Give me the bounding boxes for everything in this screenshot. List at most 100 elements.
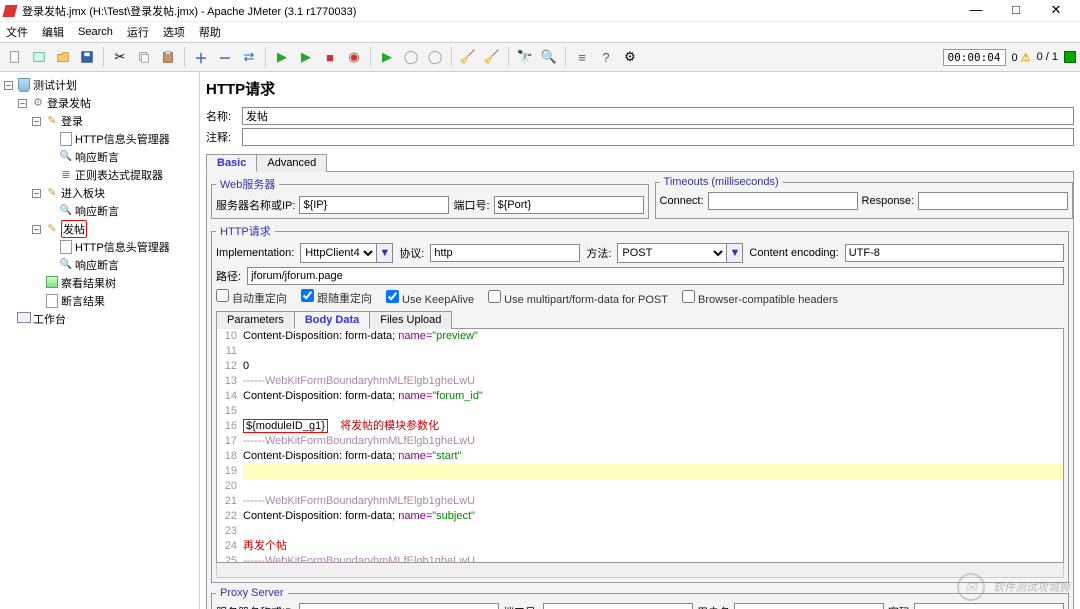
tree-label: HTTP信息头管理器 [75,239,170,255]
checkbox-option[interactable]: Browser-compatible headers [682,290,838,306]
copy-icon[interactable] [133,46,155,68]
tab-basic[interactable]: Basic [206,154,257,172]
tree-node[interactable]: –测试计划 [4,76,195,94]
checkbox-option[interactable]: Use multipart/form-data for POST [488,290,668,306]
tree-node[interactable]: –登录 [4,112,195,130]
tree-node[interactable]: 响应断言 [4,148,195,166]
comment-input[interactable] [242,128,1074,146]
remote-stop-icon[interactable]: ◯ [400,46,422,68]
templates-icon[interactable] [28,46,50,68]
mag-icon [59,204,73,218]
config-tabs: Basic Advanced [206,153,1074,172]
paste-icon[interactable] [157,46,179,68]
menu-编辑[interactable]: 编辑 [42,24,64,40]
tree-label: 测试计划 [33,77,77,93]
new-icon[interactable] [4,46,26,68]
implementation-select[interactable]: HttpClient4 [300,243,377,263]
reset-search-icon[interactable]: 🔍 [538,46,560,68]
tab-advanced[interactable]: Advanced [256,154,327,172]
checkbox-option[interactable]: 跟随重定向 [301,289,372,306]
collapse-icon[interactable]: － [214,46,236,68]
menu-运行[interactable]: 运行 [127,24,149,40]
tree-node[interactable]: HTTP信息头管理器 [4,130,195,148]
expand-icon[interactable]: ＋ [190,46,212,68]
proxy-port-input[interactable] [543,603,693,609]
web-server-group: Web服务器 服务器名称或IP: 端口号: [211,176,649,219]
tree-label: 断言结果 [61,293,105,309]
proxy-user-input[interactable] [734,603,884,609]
name-label: 名称: [206,108,238,124]
tree-label: 响应断言 [75,257,119,273]
clear-icon[interactable]: 🧹 [457,46,479,68]
remote-shutdown-icon[interactable]: ◯ [424,46,446,68]
protocol-input[interactable] [430,244,580,262]
mon-icon [17,312,31,326]
minimize-button[interactable]: — [956,1,996,21]
proxy-password-input[interactable] [914,603,1064,609]
connect-timeout-input[interactable] [708,192,858,210]
mag-icon [59,150,73,164]
stop-icon[interactable]: ■ [319,46,341,68]
shutdown-icon[interactable]: ◉ [343,46,365,68]
dropdown-icon[interactable]: ▼ [377,243,393,263]
http-request-group: HTTP请求 Implementation: HttpClient4▼ 协议: … [211,223,1069,583]
doc-icon [59,132,73,146]
toggle-icon[interactable]: ⇄ [238,46,260,68]
checkbox-option[interactable]: Use KeepAlive [386,290,474,306]
cut-icon[interactable]: ✂ [109,46,131,68]
close-button[interactable]: ✕ [1036,1,1076,21]
checkbox-option[interactable]: 自动重定向 [216,289,287,306]
tree-node[interactable]: HTTP信息头管理器 [4,238,195,256]
tree-label: HTTP信息头管理器 [75,131,170,147]
menu-文件[interactable]: 文件 [6,24,28,40]
start-notimers-icon[interactable]: ▶ [295,46,317,68]
tree-node[interactable]: 正则表达式提取器 [4,166,195,184]
encoding-input[interactable] [845,244,1064,262]
tab-files-upload[interactable]: Files Upload [369,311,452,329]
tree-label: 正则表达式提取器 [75,167,163,183]
tree-node[interactable]: 响应断言 [4,202,195,220]
tree-node[interactable]: 响应断言 [4,256,195,274]
body-data-editor[interactable]: 10Content-Disposition: form-data; name="… [216,328,1064,563]
wechat-icon: ✉ [957,573,985,601]
function-helper-icon[interactable]: ≡ [571,46,593,68]
toolbar: ✂ ＋ － ⇄ ▶ ▶ ■ ◉ ▶ ◯ ◯ 🧹 🧹 🔭 🔍 ≡ ? ⚙ 00:0… [0,42,1080,72]
help-icon[interactable]: ? [595,46,617,68]
test-plan-tree[interactable]: –测试计划–登录发帖–登录HTTP信息头管理器响应断言正则表达式提取器–进入板块… [0,72,200,609]
window-title: 登录发帖.jmx (H:\Test\登录发帖.jmx) - Apache JMe… [22,3,956,19]
tree-label: 响应断言 [75,203,119,219]
search-icon[interactable]: 🔭 [514,46,536,68]
tree-node[interactable]: –登录发帖 [4,94,195,112]
tree-node[interactable]: 断言结果 [4,292,195,310]
menu-bar: 文件编辑 Search 运行选项帮助 [0,22,1080,42]
horizontal-scrollbar[interactable] [216,563,1064,578]
dropdown-icon[interactable]: ▼ [727,243,743,263]
path-input[interactable] [247,267,1064,285]
watermark: ✉ 软件测试攻城狮 [957,573,1070,601]
title-bar: 登录发帖.jmx (H:\Test\登录发帖.jmx) - Apache JMe… [0,0,1080,22]
tree-node[interactable]: 察看结果树 [4,274,195,292]
tree-node[interactable]: –进入板块 [4,184,195,202]
tab-parameters[interactable]: Parameters [216,311,295,329]
method-select[interactable]: POST [617,243,727,263]
jmeter-icon [2,5,17,17]
proxy-server-input[interactable] [299,603,498,609]
menu-选项[interactable]: 选项 [163,24,185,40]
save-icon[interactable] [76,46,98,68]
tree-label: 进入板块 [61,185,105,201]
server-name-input[interactable] [299,196,449,214]
tab-body-data[interactable]: Body Data [294,311,370,329]
open-icon[interactable] [52,46,74,68]
menu-帮助[interactable]: 帮助 [199,24,221,40]
maximize-button[interactable]: □ [996,1,1036,21]
menu-search[interactable]: Search [78,26,113,38]
tree-node[interactable]: 工作台 [4,310,195,328]
port-input[interactable] [494,196,644,214]
response-timeout-input[interactable] [918,192,1068,210]
remote-start-icon[interactable]: ▶ [376,46,398,68]
start-icon[interactable]: ▶ [271,46,293,68]
clear-all-icon[interactable]: 🧹 [481,46,503,68]
options-icon[interactable]: ⚙ [619,46,641,68]
name-input[interactable] [242,107,1074,125]
tree-node[interactable]: –发帖 [4,220,195,238]
